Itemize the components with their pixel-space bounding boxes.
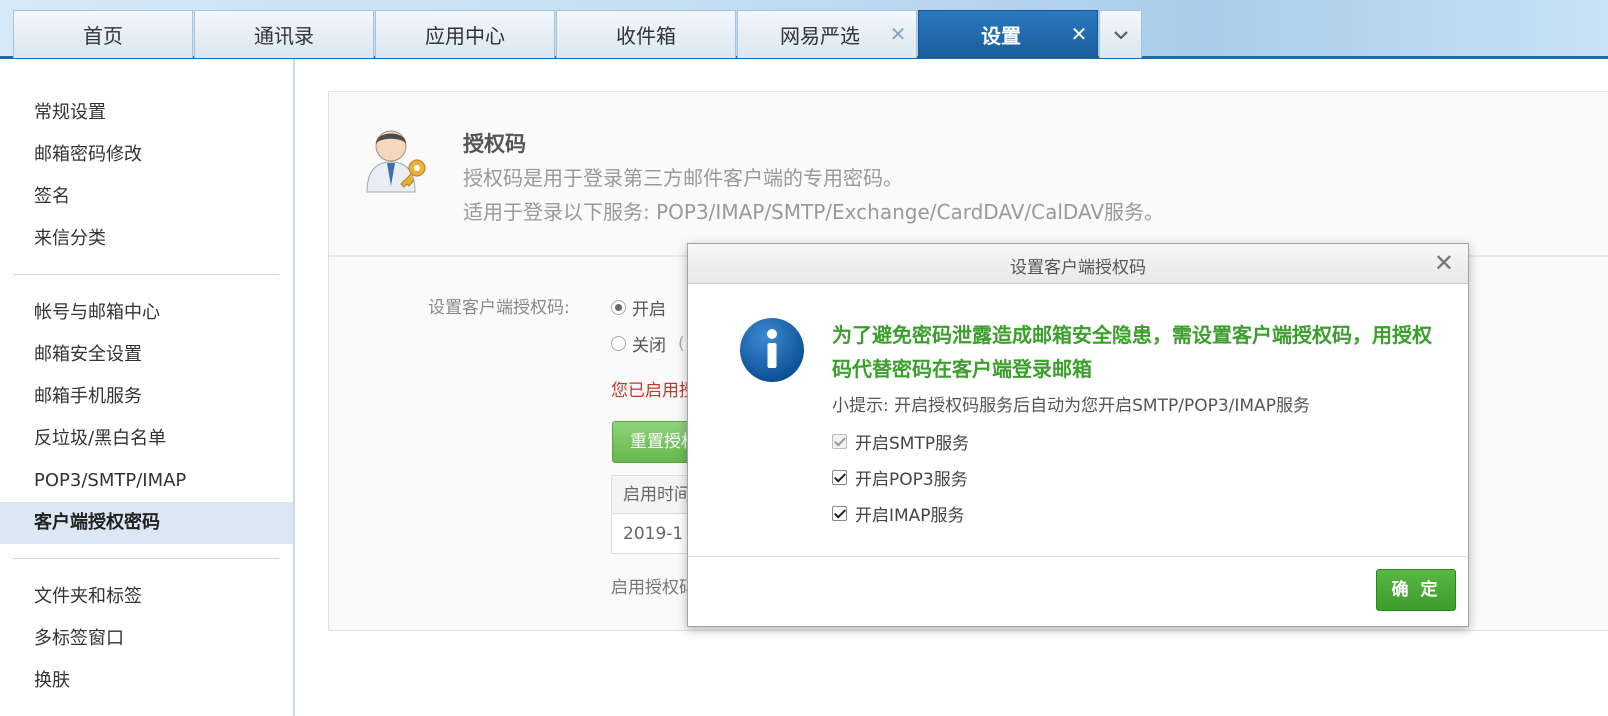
radio-paren: (: [678, 333, 685, 354]
tab-label: 通讯录: [254, 24, 314, 48]
panel-header: 授权码 授权码是用于登录第三方邮件客户端的专用密码。 适用于登录以下服务: PO…: [329, 92, 1608, 257]
tab-label: 网易严选: [780, 24, 860, 48]
tab-label: 应用中心: [425, 24, 505, 48]
sidebar-item-folders[interactable]: 文件夹和标签: [0, 576, 293, 618]
dialog-title-bar: 设置客户端授权码 ✕: [688, 244, 1468, 284]
dialog-title: 设置客户端授权码: [1010, 258, 1146, 278]
pop3-option-label: 开启POP3服务: [855, 470, 968, 490]
chevron-down-icon: [1113, 30, 1128, 39]
tab-home[interactable]: 首页: [13, 10, 193, 58]
radio-enable[interactable]: 开启: [611, 295, 666, 320]
close-icon[interactable]: ✕: [1434, 249, 1454, 277]
more-tabs-button[interactable]: [1099, 10, 1142, 58]
user-key-icon: [366, 130, 426, 193]
imap-checkbox[interactable]: [832, 506, 847, 521]
auth-setting-label: 设置客户端授权码:: [428, 298, 570, 318]
sidebar-item-multi-tab[interactable]: 多标签窗口: [0, 618, 293, 660]
radio-button[interactable]: [611, 336, 626, 351]
smtp-option[interactable]: 开启SMTP服务: [832, 429, 969, 454]
sidebar-item-mail-filter[interactable]: 来信分类: [0, 218, 293, 260]
auth-code-services: 适用于登录以下服务: POP3/IMAP/SMTP/Exchange/CardD…: [463, 200, 1165, 224]
tab-inbox[interactable]: 收件箱: [556, 10, 736, 58]
sidebar-item-skin[interactable]: 换肤: [0, 660, 293, 702]
sidebar-item-mobile-service[interactable]: 邮箱手机服务: [0, 376, 293, 418]
sidebar-item-general[interactable]: 常规设置: [0, 92, 293, 134]
radio-button[interactable]: [611, 300, 626, 315]
sidebar-item-password[interactable]: 邮箱密码修改: [0, 134, 293, 176]
settings-sidebar: 常规设置 邮箱密码修改 签名 来信分类 帐号与邮箱中心 邮箱安全设置 邮箱手机服…: [0, 59, 295, 716]
close-icon[interactable]: ✕: [888, 23, 908, 45]
auth-footnote: 启用授权码: [611, 578, 696, 598]
dialog-warning-text: 为了避免密码泄露造成邮箱安全隐患，需设置客户端授权码，用授权码代替密码在客户端登…: [832, 323, 1432, 381]
info-icon: [740, 318, 804, 382]
sidebar-item-security[interactable]: 邮箱安全设置: [0, 334, 293, 376]
dialog-tip-text: 小提示: 开启授权码服务后自动为您开启SMTP/POP3/IMAP服务: [832, 396, 1310, 416]
tab-app-center[interactable]: 应用中心: [375, 10, 555, 58]
sidebar-item-signature[interactable]: 签名: [0, 176, 293, 218]
tab-label: 首页: [83, 24, 123, 48]
enabled-status-text: 您已启用授: [611, 381, 696, 401]
tab-settings[interactable]: 设置 ✕: [918, 10, 1098, 58]
smtp-checkbox[interactable]: [832, 434, 847, 449]
tab-contacts[interactable]: 通讯录: [194, 10, 374, 58]
confirm-button[interactable]: 确 定: [1376, 569, 1456, 611]
auth-code-title: 授权码: [463, 132, 526, 156]
top-tab-bar: 首页 通讯录 应用中心 收件箱 网易严选 ✕ 设置 ✕: [0, 0, 1608, 59]
tab-label: 设置: [981, 24, 1021, 48]
tab-strip: 首页 通讯录 应用中心 收件箱 网易严选 ✕ 设置 ✕: [13, 10, 1143, 59]
tab-yanxuan[interactable]: 网易严选 ✕: [737, 10, 917, 58]
pop3-option[interactable]: 开启POP3服务: [832, 465, 968, 490]
imap-option-label: 开启IMAP服务: [855, 506, 965, 526]
tab-label: 收件箱: [616, 24, 676, 48]
radio-label: 关闭: [632, 336, 666, 356]
sidebar-divider: [13, 274, 279, 275]
dialog-footer: 确 定: [688, 556, 1468, 627]
auth-code-dialog: 设置客户端授权码 ✕ 为了避免密码泄露造成邮箱安全隐患，需设置客户端授权码，用授…: [687, 243, 1469, 627]
pop3-checkbox[interactable]: [832, 470, 847, 485]
sidebar-item-client-auth[interactable]: 客户端授权密码: [0, 502, 293, 544]
sidebar-item-pop3[interactable]: POP3/SMTP/IMAP: [0, 460, 293, 502]
smtp-option-label: 开启SMTP服务: [855, 434, 970, 454]
auth-code-description: 授权码是用于登录第三方邮件客户端的专用密码。: [463, 166, 903, 190]
sidebar-item-account-center[interactable]: 帐号与邮箱中心: [0, 292, 293, 334]
sidebar-divider: [13, 558, 279, 559]
sidebar-item-antispam[interactable]: 反垃圾/黑白名单: [0, 418, 293, 460]
radio-label: 开启: [632, 300, 666, 320]
imap-option[interactable]: 开启IMAP服务: [832, 501, 965, 526]
close-icon[interactable]: ✕: [1069, 23, 1089, 45]
radio-disable[interactable]: 关闭 (: [611, 331, 685, 356]
